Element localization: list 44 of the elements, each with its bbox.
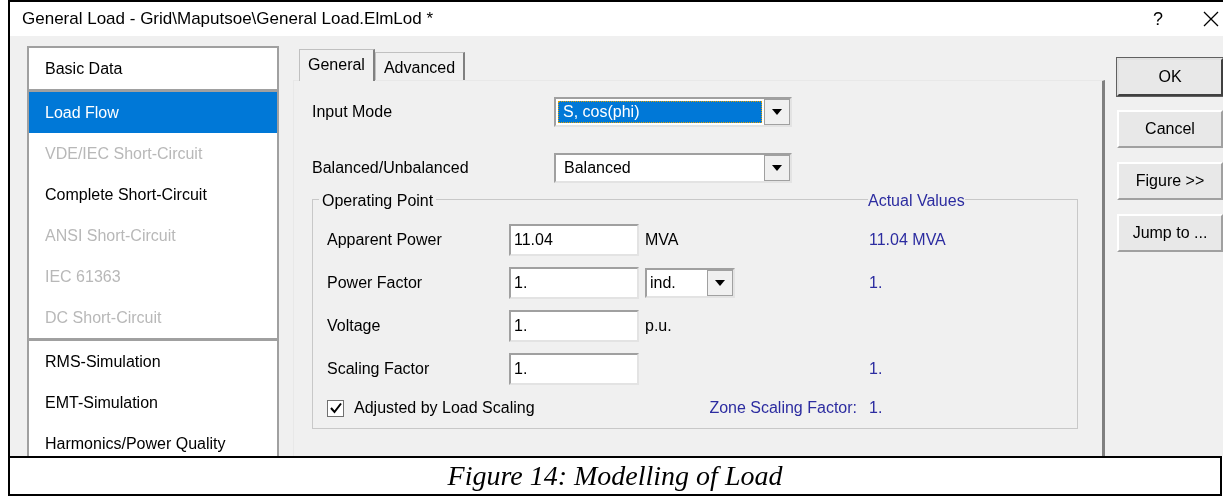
tab[interactable]: Advanced xyxy=(374,52,466,80)
input-field[interactable]: 1. xyxy=(509,352,639,385)
field-label: Scaling Factor xyxy=(327,358,431,379)
input-field[interactable]: 11.04 xyxy=(509,223,639,256)
dialog-button[interactable]: Cancel xyxy=(1117,110,1223,148)
window-title: General Load - Grid\Maputsoe\General Load.ElmLod * xyxy=(22,8,435,31)
field-label: Apparent Power xyxy=(327,229,443,250)
dropdown-value: Balanced xyxy=(563,158,632,178)
dropdown-arrow-icon xyxy=(772,165,782,171)
actual-value: 11.04 MVA xyxy=(869,229,946,250)
figure-caption: Figure 14: Modelling of Load xyxy=(8,456,1222,496)
help-button[interactable]: ? xyxy=(1153,5,1163,33)
field-label: Power Factor xyxy=(327,272,424,293)
field-label: Input Mode xyxy=(312,102,394,122)
dropdown-arrow-icon xyxy=(772,109,782,115)
unit-label: p.u. xyxy=(645,315,672,336)
dropdown-value: S, cos(phi) xyxy=(558,101,762,123)
field-label: Balanced/Unbalanced xyxy=(312,158,470,178)
dropdown[interactable]: ind. xyxy=(645,267,735,298)
dialog-button[interactable]: Figure >> xyxy=(1117,162,1223,200)
close-icon[interactable] xyxy=(1203,11,1219,27)
input-field[interactable]: 1. xyxy=(509,309,639,342)
actual-value: 1. xyxy=(869,398,883,418)
page-list-item[interactable]: Load Flow xyxy=(29,92,277,133)
dialog-button[interactable]: Jump to ... xyxy=(1117,214,1223,252)
dropdown[interactable]: S, cos(phi) xyxy=(554,97,792,127)
dialog-button[interactable]: OK xyxy=(1117,58,1223,96)
zone-scaling-label: Zone Scaling Factor: xyxy=(708,398,858,418)
page-list-item[interactable]: EMT-Simulation xyxy=(29,382,277,423)
page-list-item[interactable]: Basic Data xyxy=(29,48,277,89)
tab[interactable]: General xyxy=(299,49,375,81)
unit-label: MVA xyxy=(645,229,679,250)
page-list-item[interactable]: Complete Short-Circuit xyxy=(29,174,277,215)
field-label: Voltage xyxy=(327,315,382,336)
page-list-item[interactable]: RMS-Simulation xyxy=(29,341,277,382)
input-field[interactable]: 1. xyxy=(509,266,639,299)
dropdown-value: ind. xyxy=(649,272,677,293)
checkbox[interactable] xyxy=(327,399,344,417)
actual-value: 1. xyxy=(869,358,883,379)
check-icon xyxy=(329,402,342,414)
dropdown[interactable]: Balanced xyxy=(554,153,792,183)
actual-value: 1. xyxy=(869,272,883,293)
checkbox-label: Adjusted by Load Scaling xyxy=(354,398,535,418)
dropdown-arrow-icon xyxy=(715,279,725,286)
